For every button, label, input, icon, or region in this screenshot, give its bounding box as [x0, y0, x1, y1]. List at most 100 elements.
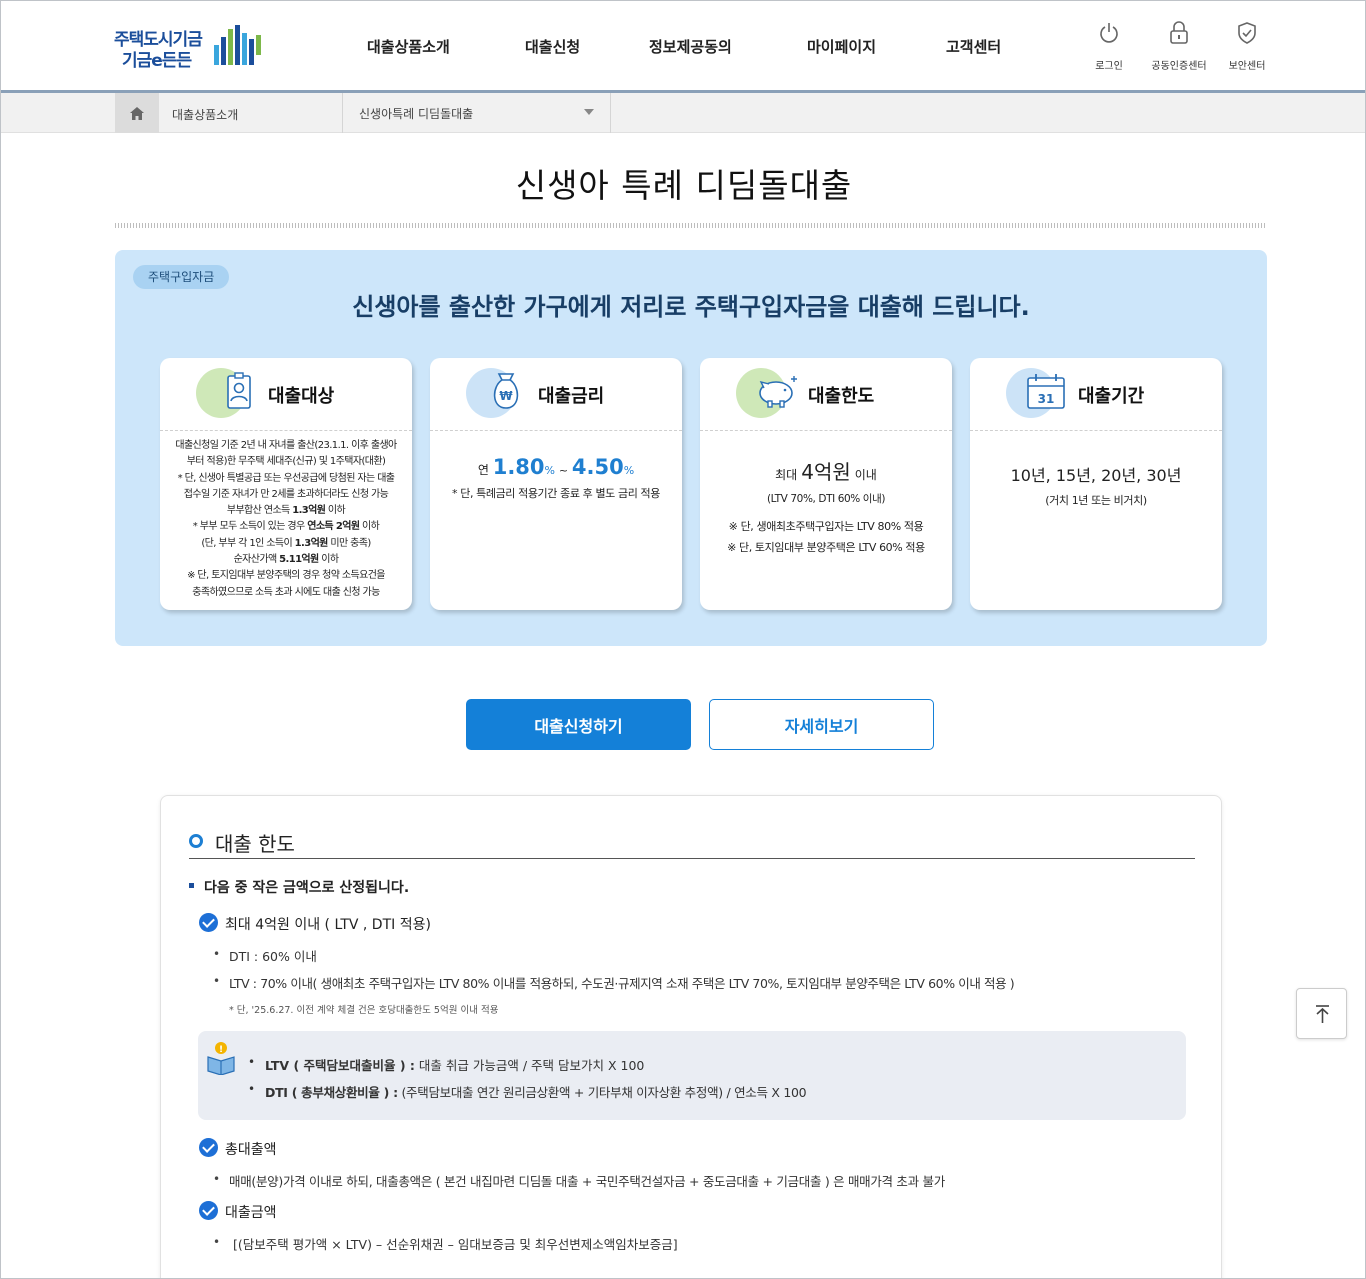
security-center-label: 보안센터 — [1228, 61, 1266, 72]
cert-center-link[interactable]: 공동인증센터 — [1149, 21, 1209, 72]
text-bold: 연소득 2억원 — [307, 521, 360, 533]
svg-text:₩: ₩ — [499, 389, 513, 403]
info-book-icon: ! — [207, 1042, 235, 1075]
text: 미만 충족) — [327, 537, 371, 549]
bullet-dot: • — [213, 1172, 221, 1186]
section-title: 대출 한도 — [189, 828, 295, 857]
breadcrumb-level1[interactable]: 대출상품소개 — [159, 93, 343, 133]
dti-definition: DTI ( 총부채상환비율 ) : (주택담보대출 연간 원리금상환액 + 기타… — [265, 1082, 807, 1101]
rate-prefix: 연 — [477, 463, 489, 477]
bullet-dot: • — [213, 1235, 221, 1249]
title-bullet-icon — [189, 834, 203, 848]
limit-amount: 최대 4억원 이내 — [700, 456, 952, 485]
rate-separator: ~ — [558, 464, 569, 477]
intro-text: 다음 중 작은 금액으로 산정됩니다. — [204, 880, 410, 896]
site-header: 주택도시기금 기금e든든 대출상품소개 대출신청 정보제공동의 마이페이지 고객… — [1, 1, 1365, 93]
check-icon — [199, 1201, 218, 1220]
text: 이하 — [359, 521, 380, 533]
limit-prefix: 최대 — [775, 468, 798, 482]
nav-info-consent[interactable]: 정보제공동의 — [649, 36, 732, 57]
scroll-to-top-button[interactable] — [1296, 988, 1347, 1039]
item2-text: 매매(분양)가격 이내로 하되, 대출총액은 ( 본건 내집마련 디딤돌 대출 … — [229, 1174, 945, 1189]
item1-head: 최대 4억원 이내 ( LTV , DTI 적용) — [225, 917, 431, 933]
calendar-icon: 31 — [1027, 374, 1065, 409]
check-icon — [199, 913, 218, 932]
chevron-down-icon — [584, 109, 594, 115]
nav-mypage[interactable]: 마이페이지 — [807, 36, 876, 57]
rate-unit: % — [544, 464, 555, 477]
security-center-link[interactable]: 보안센터 — [1217, 21, 1277, 72]
card-body: 연 1.80% ~ 4.50% * 단, 특례금리 적용기간 종료 후 별도 금… — [430, 438, 682, 501]
period-sub: (거치 1년 또는 비거치) — [1045, 494, 1147, 507]
rate-min: 1.80 — [492, 455, 545, 479]
rate-range: 연 1.80% ~ 4.50% — [430, 455, 682, 479]
site-logo[interactable]: 주택도시기금 기금e든든 — [114, 23, 264, 71]
loan-limit-section: 대출 한도 다음 중 작은 금액으로 산정됩니다. 최대 4억원 이내 ( LT… — [160, 795, 1222, 1278]
power-icon — [1100, 23, 1118, 43]
nav-loan-apply[interactable]: 대출신청 — [525, 36, 580, 57]
rate-max: 4.50 — [571, 455, 624, 479]
piggy-bank-icon — [759, 376, 797, 408]
text-bold: 5.11억원 — [279, 554, 319, 566]
nav-loan-products[interactable]: 대출상품소개 — [367, 36, 450, 57]
breadcrumb-home[interactable] — [115, 93, 159, 133]
limit-note: ※ 단, 생애최초주택구입자는 LTV 80% 적용 — [728, 520, 924, 533]
card-loan-rate: ₩ 대출금리 연 1.80% ~ 4.50% * 단, 특례금리 적용기간 종료… — [430, 358, 682, 610]
money-bag-icon: ₩ — [493, 373, 519, 409]
login-link[interactable]: 로그인 — [1079, 21, 1139, 72]
section-divider — [189, 858, 1195, 859]
text: 이하 — [325, 505, 346, 517]
page-title: 신생아 특례 디딤돌대출 — [515, 166, 853, 205]
card-head: ₩ 대출금리 — [430, 358, 682, 431]
apply-loan-button[interactable]: 대출신청하기 — [466, 699, 691, 750]
panel-lead: 신생아를 출산한 가구에게 저리로 주택구입자금을 대출해 드립니다. — [352, 293, 1030, 321]
shield-icon — [1238, 22, 1256, 44]
item1-ltv: LTV : 70% 이내( 생애최초 주택구입자는 LTV 80% 이내를 적용… — [229, 976, 1015, 991]
each-income-line: (단, 부부 각 1인 소득이 1.3억원 미만 충족) — [160, 536, 412, 552]
id-card-icon — [227, 372, 251, 409]
dti-text: (주택담보대출 연간 원리금상환액 + 기타부채 이자상환 추정액) / 연소득… — [401, 1085, 807, 1100]
item3-text: [(담보주택 평가액 × LTV) – 선순위채권 – 임대보증금 및 최우선변… — [233, 1237, 678, 1252]
dual-income-line: * 부부 모두 소득이 있는 경우 연소득 2억원 이하 — [160, 519, 412, 535]
page: 주택도시기금 기금e든든 대출상품소개 대출신청 정보제공동의 마이페이지 고객… — [0, 0, 1366, 1279]
item2-head: 총대출액 — [225, 1142, 277, 1158]
login-label: 로그인 — [1095, 61, 1123, 72]
home-icon — [130, 106, 144, 120]
breadcrumb-level2-label: 신생아특례 디딤돌대출 — [359, 107, 474, 121]
product-summary-panel: 주택구입자금 신생아를 출산한 가구에게 저리로 주택구입자금을 대출해 드립니… — [115, 250, 1267, 646]
target-line: 대출신청일 기준 2년 내 자녀를 출산(23.1.1. 이후 출생아 — [175, 440, 397, 451]
logo-bars-icon — [214, 25, 261, 65]
breadcrumb-level2-select[interactable]: 신생아특례 디딤돌대출 — [343, 93, 611, 133]
card-title: 대출금리 — [538, 386, 605, 407]
target-line: 부터 적용)한 무주택 세대주(신규) 및 1주택자(대환) — [186, 456, 386, 468]
ltv-text: 대출 취급 가능금액 / 주택 담보가치 X 100 — [418, 1058, 645, 1073]
card-title: 대출기간 — [1078, 386, 1145, 407]
card-title: 대출한도 — [808, 386, 875, 407]
category-tag: 주택구입자금 — [133, 265, 230, 289]
target-note: ※ 단, 토지임대부 분양주택의 경우 청약 소득요건을 — [187, 570, 385, 582]
card-loan-limit: 대출한도 최대 4억원 이내 (LTV 70%, DTI 60% 이내) ※ 단, … — [700, 358, 952, 610]
period-value: 10년, 15년, 20년, 30년 — [1010, 466, 1182, 485]
section-title-text: 대출 한도 — [215, 832, 295, 856]
card-body: 10년, 15년, 20년, 30년 (거치 1년 또는 비거치) — [970, 438, 1222, 508]
bullet-dot: • — [248, 1055, 256, 1069]
cert-center-label: 공동인증센터 — [1151, 61, 1207, 72]
breadcrumb: 대출상품소개 신생아특례 디딤돌대출 — [1, 93, 1365, 133]
view-details-button[interactable]: 자세히보기 — [709, 699, 934, 750]
card-body: 최대 4억원 이내 (LTV 70%, DTI 60% 이내) ※ 단, 생애최초주… — [700, 438, 952, 555]
card-head: 대출대상 — [160, 358, 412, 431]
nav-customer-center[interactable]: 고객센터 — [946, 36, 1001, 57]
ltv-definition: LTV ( 주택담보대출비율 ) : 대출 취급 가능금액 / 주택 담보가치 … — [265, 1055, 644, 1074]
formula-info-box: ! • LTV ( 주택담보대출비율 ) : 대출 취급 가능금액 / 주택 담… — [198, 1031, 1186, 1120]
card-loan-target: 대출대상 대출신청일 기준 2년 내 자녀를 출산(23.1.1. 이후 출생아… — [160, 358, 412, 610]
income-line: 부부합산 연소득 1.3억원 이하 — [160, 503, 412, 519]
card-body: 대출신청일 기준 2년 내 자녀를 출산(23.1.1. 이후 출생아 부터 적… — [160, 438, 412, 601]
ltv-label: LTV ( 주택담보대출비율 ) : — [265, 1058, 415, 1073]
check-icon — [199, 1138, 218, 1157]
asset-line: 순자산가액 5.11억원 이하 — [160, 552, 412, 568]
text: 순자산가액 — [233, 554, 280, 566]
bullet-dot: • — [248, 1082, 256, 1096]
bullet-dot: • — [213, 947, 221, 961]
target-note: 충족하였으므로 소득 초과 시에도 대출 신청 가능 — [192, 586, 380, 598]
card-title: 대출대상 — [268, 386, 335, 407]
